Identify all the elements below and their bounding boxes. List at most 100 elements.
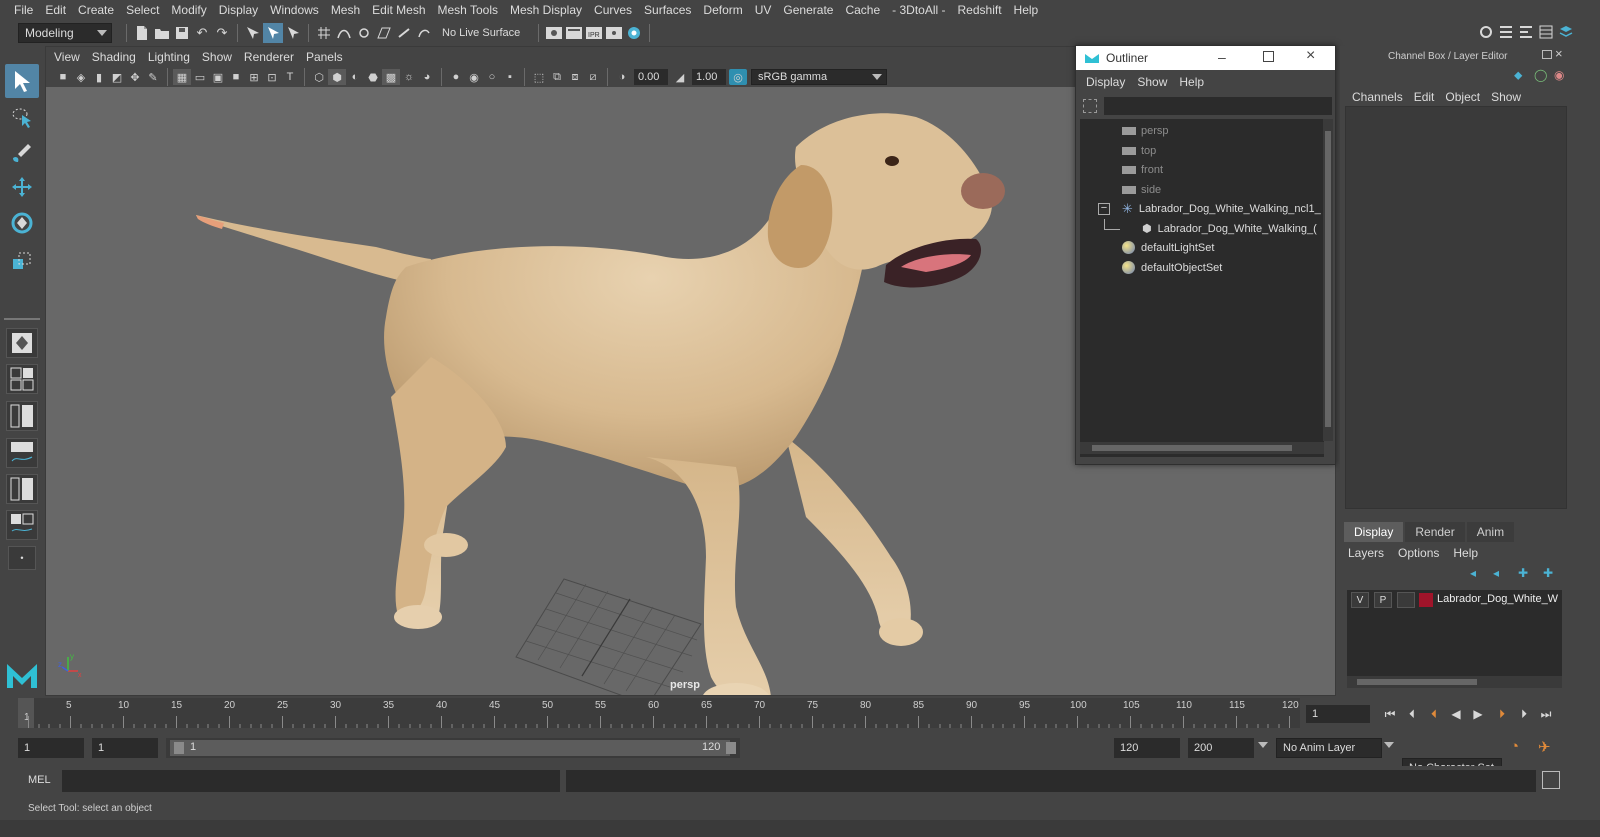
settings-icon[interactable] [1476,22,1496,42]
xray-icon[interactable]: ⧉ [548,69,566,85]
float-panel-icon[interactable] [1542,50,1552,59]
close-icon[interactable]: × [1306,47,1315,65]
anim-layer-dropdown[interactable]: No Anim Layer [1276,738,1382,758]
snap-view-plane-icon[interactable] [374,23,394,43]
four-view-layout-button[interactable] [6,364,38,394]
new-layer-selected-icon[interactable]: ✚ [1543,566,1553,580]
attribute-editor-toggle-icon[interactable] [1496,22,1516,42]
paint-select-tool-button[interactable] [5,136,39,170]
menu-modify[interactable]: Modify [165,3,212,17]
open-scene-icon[interactable] [152,23,172,43]
smooth-shade-icon[interactable]: ⬢ [328,69,346,85]
attribute-icon[interactable]: ◯ [1534,68,1547,82]
outliner-item-persp[interactable]: persp [1122,121,1169,140]
viewport-menu-view[interactable]: View [48,50,86,64]
channel-menu-object[interactable]: Object [1441,90,1487,104]
channel-menu-show[interactable]: Show [1487,90,1528,104]
outliner-menu-display[interactable]: Display [1080,75,1131,89]
layer-visibility-toggle[interactable]: V [1351,592,1369,608]
tab-display[interactable]: Display [1344,522,1404,542]
filter-icon[interactable] [1083,99,1097,113]
motion-blur-icon[interactable]: ◉ [465,69,483,85]
select-hierarchy-icon[interactable] [243,23,263,43]
collapse-icon[interactable]: − [1098,202,1110,215]
gate-mask-icon[interactable]: ■ [227,69,245,85]
depth-of-field-icon[interactable]: ▪ [501,69,519,85]
menu-create[interactable]: Create [72,3,120,17]
perspective-outliner-layout-button[interactable] [6,401,38,431]
outliner-item-top[interactable]: top [1122,141,1156,160]
select-object-icon[interactable] [263,23,283,43]
menu-redshift[interactable]: Redshift [952,3,1008,17]
close-panel-icon[interactable]: × [1555,46,1563,61]
viewport-menu-renderer[interactable]: Renderer [238,50,300,64]
menu-generate[interactable]: Generate [777,3,839,17]
snap-grid-icon[interactable] [314,23,334,43]
layer-menu-options[interactable]: Options [1398,546,1453,560]
auto-key-icon[interactable]: ◔ [1510,738,1519,755]
menu-mesh[interactable]: Mesh [325,3,366,17]
menu-3dtoall[interactable]: - 3DtoAll - [886,3,951,17]
lasso-tool-button[interactable] [5,100,39,134]
move-layer-down-icon[interactable]: ◂ [1493,566,1499,580]
chevron-down-icon[interactable] [1384,742,1394,748]
range-slider-handle[interactable]: 1 120 [170,740,736,756]
step-back-key-icon[interactable]: ⏴ [1424,705,1444,723]
layer-menu-help[interactable]: Help [1453,546,1492,560]
rotate-tool-button[interactable] [5,206,39,240]
layer-stack-icon[interactable] [1556,22,1576,42]
time-slider-track[interactable]: 1 5 10 15 20 25 30 35 40 45 50 55 60 65 … [18,698,1300,728]
color-management-icon[interactable]: ◎ [729,69,747,85]
channel-menu-channels[interactable]: Channels [1348,90,1410,104]
outliner-vertical-scrollbar[interactable] [1323,119,1333,441]
menu-curves[interactable]: Curves [588,3,638,17]
animation-preferences-icon[interactable]: ✈ [1538,738,1551,756]
move-layer-up-icon[interactable]: ◂ [1470,566,1476,580]
outliner-item-default-light-set[interactable]: defaultLightSet [1122,238,1214,257]
layer-color-swatch[interactable] [1419,593,1433,607]
view-transform-dropdown[interactable]: sRGB gamma [751,69,887,85]
outliner-item-default-object-set[interactable]: defaultObjectSet [1122,258,1222,277]
ipr-render-icon[interactable]: IPR [584,23,604,43]
select-component-icon[interactable] [283,23,303,43]
play-backward-icon[interactable]: ◀ [1446,705,1466,723]
film-gate-icon[interactable]: ▭ [191,69,209,85]
image-plane-icon[interactable]: ◩ [108,69,126,85]
outliner-search-input[interactable] [1104,97,1332,115]
redo-icon[interactable]: ↷ [212,23,232,43]
layer-display-type-toggle[interactable] [1397,592,1415,608]
use-default-material-icon[interactable]: ◐ [346,69,364,85]
anim-end-field[interactable]: 200 [1188,738,1254,758]
step-forward-key-icon[interactable]: ⏵ [1492,705,1512,723]
perspective-list-layout-button[interactable] [6,474,38,504]
play-forward-icon[interactable]: ▶ [1468,705,1488,723]
tool-settings-toggle-icon[interactable] [1516,22,1536,42]
anim-start-field[interactable]: 1 [92,738,158,758]
menu-uv[interactable]: UV [749,3,778,17]
wireframe-on-shaded-icon[interactable]: ⬣ [364,69,382,85]
outliner-item-dog-mesh[interactable]: ⬢ Labrador_Dog_White_Walking_( [1142,219,1317,238]
gamma-icon[interactable]: ◢ [671,69,689,85]
menu-help[interactable]: Help [1008,3,1045,17]
snap-curve-icon[interactable] [334,23,354,43]
new-layer-icon[interactable]: ✚ [1518,566,1528,580]
hypershade-icon[interactable] [624,23,644,43]
outliner-item-dog-group[interactable]: − ✳ Labrador_Dog_White_Walking_ncl1_ [1098,199,1321,218]
render-settings-icon[interactable] [544,23,564,43]
channel-menu-edit[interactable]: Edit [1410,90,1442,104]
tab-render[interactable]: Render [1405,522,1465,542]
save-scene-icon[interactable] [172,23,192,43]
range-end-grip[interactable] [726,742,736,754]
scrollbar-thumb[interactable] [1325,131,1331,427]
menu-mesh-display[interactable]: Mesh Display [504,3,588,17]
screen-space-ao-icon[interactable]: ● [447,69,465,85]
exposure-icon[interactable]: ◑ [613,69,631,85]
channel-box-icon[interactable]: ⬥ [1514,68,1522,83]
live-surface-label[interactable]: No Live Surface [442,27,520,39]
script-language-toggle[interactable]: MEL [28,774,51,786]
scale-tool-button[interactable] [5,244,39,278]
start-time-field[interactable]: 1 [18,738,84,758]
menu-file[interactable]: File [8,3,39,17]
go-to-end-icon[interactable]: ⏭ [1536,705,1556,723]
field-chart-icon[interactable]: ⊞ [245,69,263,85]
